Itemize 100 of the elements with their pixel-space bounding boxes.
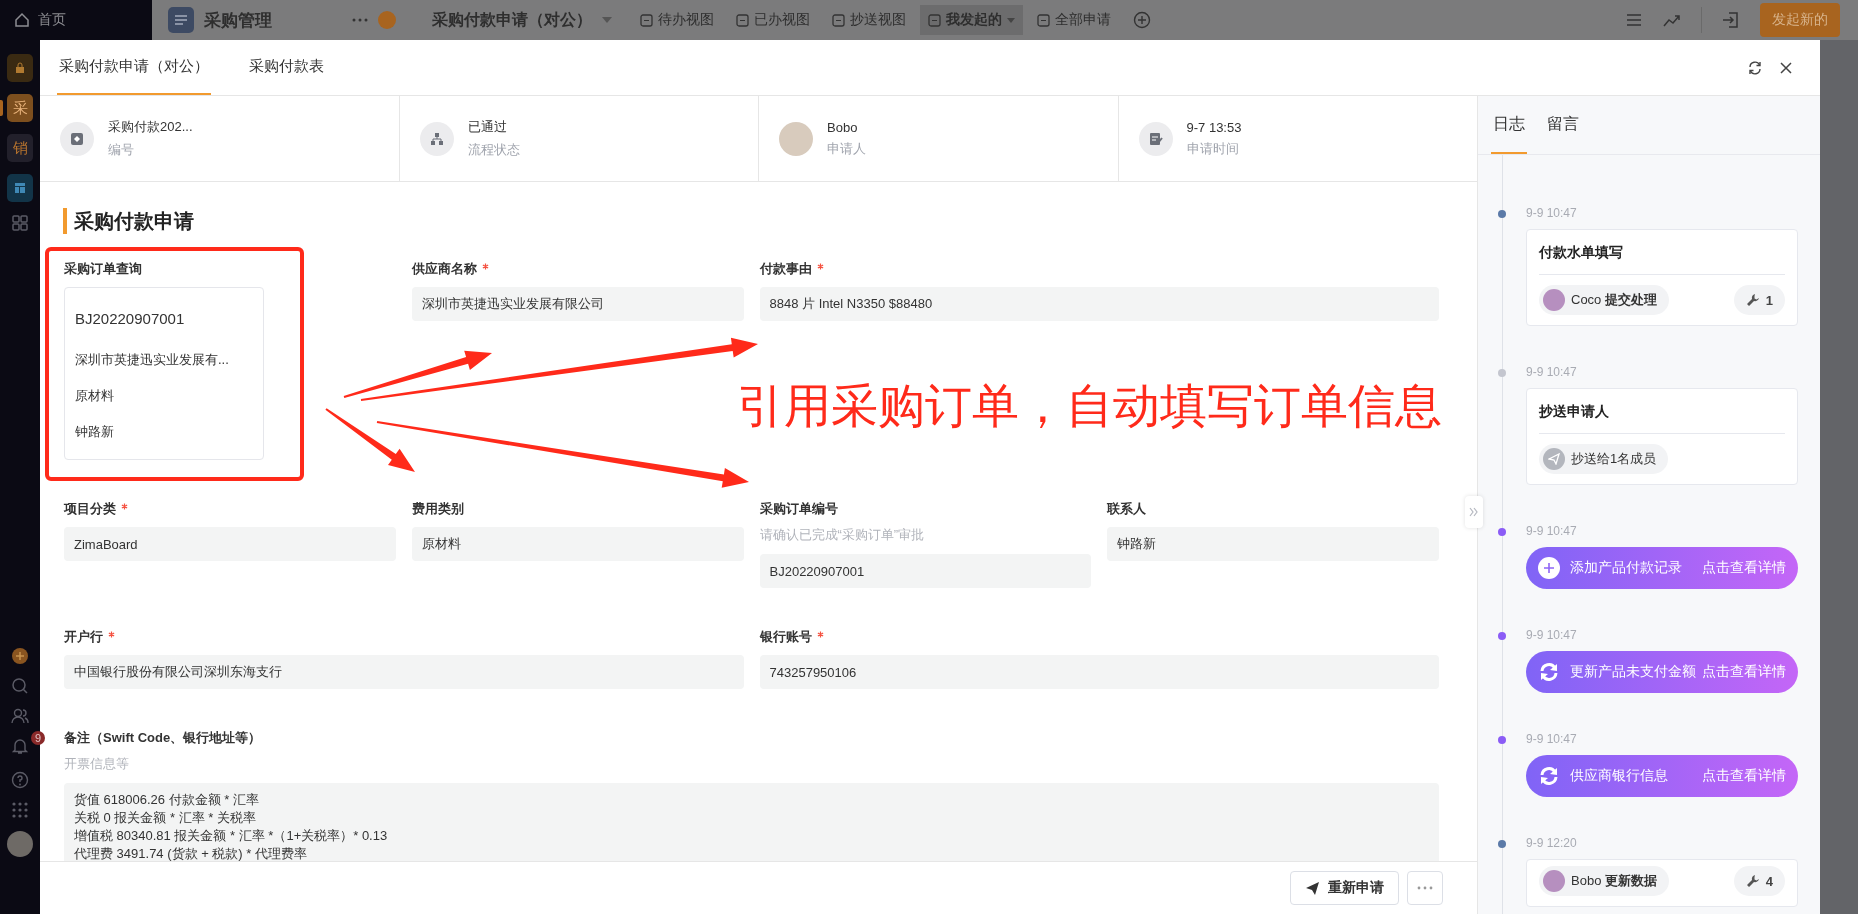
log-action-button[interactable]: 供应商银行信息 点击查看详情 — [1526, 755, 1798, 797]
document-icon — [736, 13, 749, 27]
layout-icon[interactable] — [7, 174, 33, 202]
order-card[interactable]: BJ20220907001 深圳市英捷迅实业发展有... 原材料 钟路新 — [64, 287, 264, 460]
notes-field[interactable]: 货值 618006.26 付款金额 * 汇率 关税 0 报关金额 * 汇率 * 关税率 增值税 80340.81 报关金额 * 汇率 *（1+关税率）* 0.13 代理费 3491.74 (货款 + 税款) * 代理费率 — [64, 783, 1439, 861]
log-title: 付款水单填写 — [1539, 244, 1785, 275]
wrench-icon — [1745, 874, 1760, 888]
edit-count[interactable]: 1 — [1733, 285, 1785, 315]
note-line: 货值 618006.26 付款金额 * 汇率 — [74, 791, 260, 809]
field-label: 备注（Swift Code、银行地址等） — [64, 730, 262, 745]
more-icon[interactable] — [352, 18, 368, 22]
field-label: 联系人 — [1107, 501, 1147, 516]
input-field[interactable]: ZimaBoard — [64, 527, 396, 561]
add-view-icon[interactable] — [1133, 11, 1151, 29]
caret-icon — [1007, 17, 1015, 23]
module-icon — [168, 7, 194, 33]
field-label: 付款事由 — [759, 261, 812, 276]
refresh-icon[interactable] — [1748, 60, 1762, 75]
summary-label: 编号 — [108, 141, 135, 159]
log-action: Coco 提交处理 — [1571, 291, 1657, 309]
nav-home[interactable]: 首页 — [38, 11, 66, 29]
notification-badge: 9 — [31, 731, 46, 745]
input-field[interactable]: 中国银行股份有限公司深圳东海支行 — [64, 655, 744, 689]
field-hint: 请确认已完成“采购订单”审批 — [759, 526, 926, 544]
log-action-button[interactable]: 添加产品付款记录 点击查看详情 — [1526, 547, 1798, 589]
order-detail: BJ20220907001 — [75, 310, 186, 327]
chevrons-icon — [1469, 507, 1479, 517]
input-field[interactable]: BJ20220907001 — [759, 554, 1092, 588]
document-icon — [832, 13, 845, 27]
note-line: 代理费 3491.74 (货款 + 税款) * 代理费率 — [74, 845, 308, 861]
note-line: 关税 0 报关金额 * 汇率 * 关税率 — [74, 809, 258, 827]
field-hint: 开票信息等 — [64, 755, 130, 773]
app-tile[interactable]: 销 — [7, 134, 33, 162]
edit-count[interactable]: 4 — [1733, 866, 1785, 896]
exit-icon[interactable] — [1722, 11, 1740, 29]
document-icon — [928, 13, 941, 27]
selection-marker — [0, 100, 3, 116]
lock-icon[interactable] — [7, 54, 33, 82]
log-action: Bobo 更新数据 — [1571, 872, 1657, 890]
search-icon[interactable] — [11, 677, 29, 695]
badge-icon — [60, 121, 94, 156]
field-label: 银行账号 — [759, 629, 812, 644]
summary-value: 已通过 — [467, 118, 508, 136]
input-field[interactable]: 8848 片 Intel N3350 $88480 — [759, 287, 1439, 321]
log-time: 9-9 10:47 — [1526, 205, 1578, 221]
input-field[interactable]: 钟路新 — [1107, 527, 1439, 561]
log-action-button[interactable]: 更新产品未支付金额 点击查看详情 — [1526, 651, 1798, 693]
field-label: 采购订单编号 — [759, 501, 838, 516]
annotation-text: 引用采购订单，自动填写订单信息 — [737, 378, 1442, 434]
summary-label: 流程状态 — [467, 141, 520, 159]
field-label: 采购订单查询 — [64, 261, 142, 276]
order-detail: 原材料 — [75, 387, 115, 405]
home-icon[interactable] — [14, 12, 30, 28]
form-tab[interactable]: 采购付款申请（对公） — [57, 40, 211, 95]
people-icon[interactable] — [11, 707, 29, 725]
log-title: 抄送申请人 — [1539, 403, 1785, 434]
document-icon — [640, 13, 653, 27]
required-icon — [108, 631, 115, 638]
collapse-handle[interactable] — [1465, 496, 1483, 528]
note-line: 增值税 80340.81 报关金额 * 汇率 *（1+关税率）* 0.13 — [74, 827, 389, 845]
required-icon — [816, 631, 824, 638]
close-icon[interactable] — [1780, 61, 1792, 74]
resubmit-button[interactable]: 重新申请 — [1290, 871, 1399, 905]
list-icon[interactable] — [1625, 11, 1643, 29]
summary-value: Bobo — [827, 119, 859, 135]
plus-icon — [1538, 557, 1560, 579]
module-title: 采购管理 — [204, 9, 273, 32]
field-label: 项目分类 — [64, 501, 116, 516]
order-detail: 深圳市英捷迅实业发展有... — [75, 351, 230, 369]
log-time: 9-9 10:47 — [1526, 731, 1578, 747]
log-time: 9-9 12:20 — [1526, 835, 1578, 851]
log-time: 9-9 10:47 — [1526, 364, 1578, 380]
field-label: 供应商名称 — [411, 261, 477, 276]
input-field[interactable]: 原材料 — [411, 527, 744, 561]
required-icon — [121, 503, 128, 510]
caret-icon[interactable] — [602, 17, 612, 23]
form-tab[interactable]: 采购付款表 — [247, 40, 326, 95]
grid-icon[interactable] — [11, 214, 29, 232]
log-tab[interactable]: 留言 — [1545, 96, 1581, 154]
avatar — [1543, 289, 1565, 311]
required-icon — [481, 263, 489, 270]
required-icon — [816, 263, 824, 270]
apps-icon[interactable] — [11, 801, 29, 819]
log-tab[interactable]: 日志 — [1491, 96, 1527, 154]
summary-label: 申请人 — [827, 139, 866, 158]
refresh-icon — [1538, 765, 1560, 787]
section-title: 采购付款申请 — [63, 208, 1439, 234]
send-icon — [1305, 880, 1320, 896]
avatar — [779, 121, 813, 156]
input-field[interactable]: 743257950106 — [759, 655, 1439, 689]
summary-value: 9-7 13:53 — [1186, 119, 1242, 135]
bell-icon[interactable] — [11, 737, 29, 755]
log-action: 供应商银行信息 — [1570, 767, 1668, 785]
help-icon[interactable] — [11, 771, 29, 789]
input-field[interactable]: 深圳市英捷迅实业发展有限公司 — [411, 287, 744, 321]
document-icon — [1037, 13, 1050, 27]
log-time: 9-9 10:47 — [1526, 627, 1578, 643]
summary-label: 申请时间 — [1186, 139, 1240, 158]
avatar[interactable] — [7, 831, 33, 857]
wrench-icon — [1745, 293, 1760, 307]
